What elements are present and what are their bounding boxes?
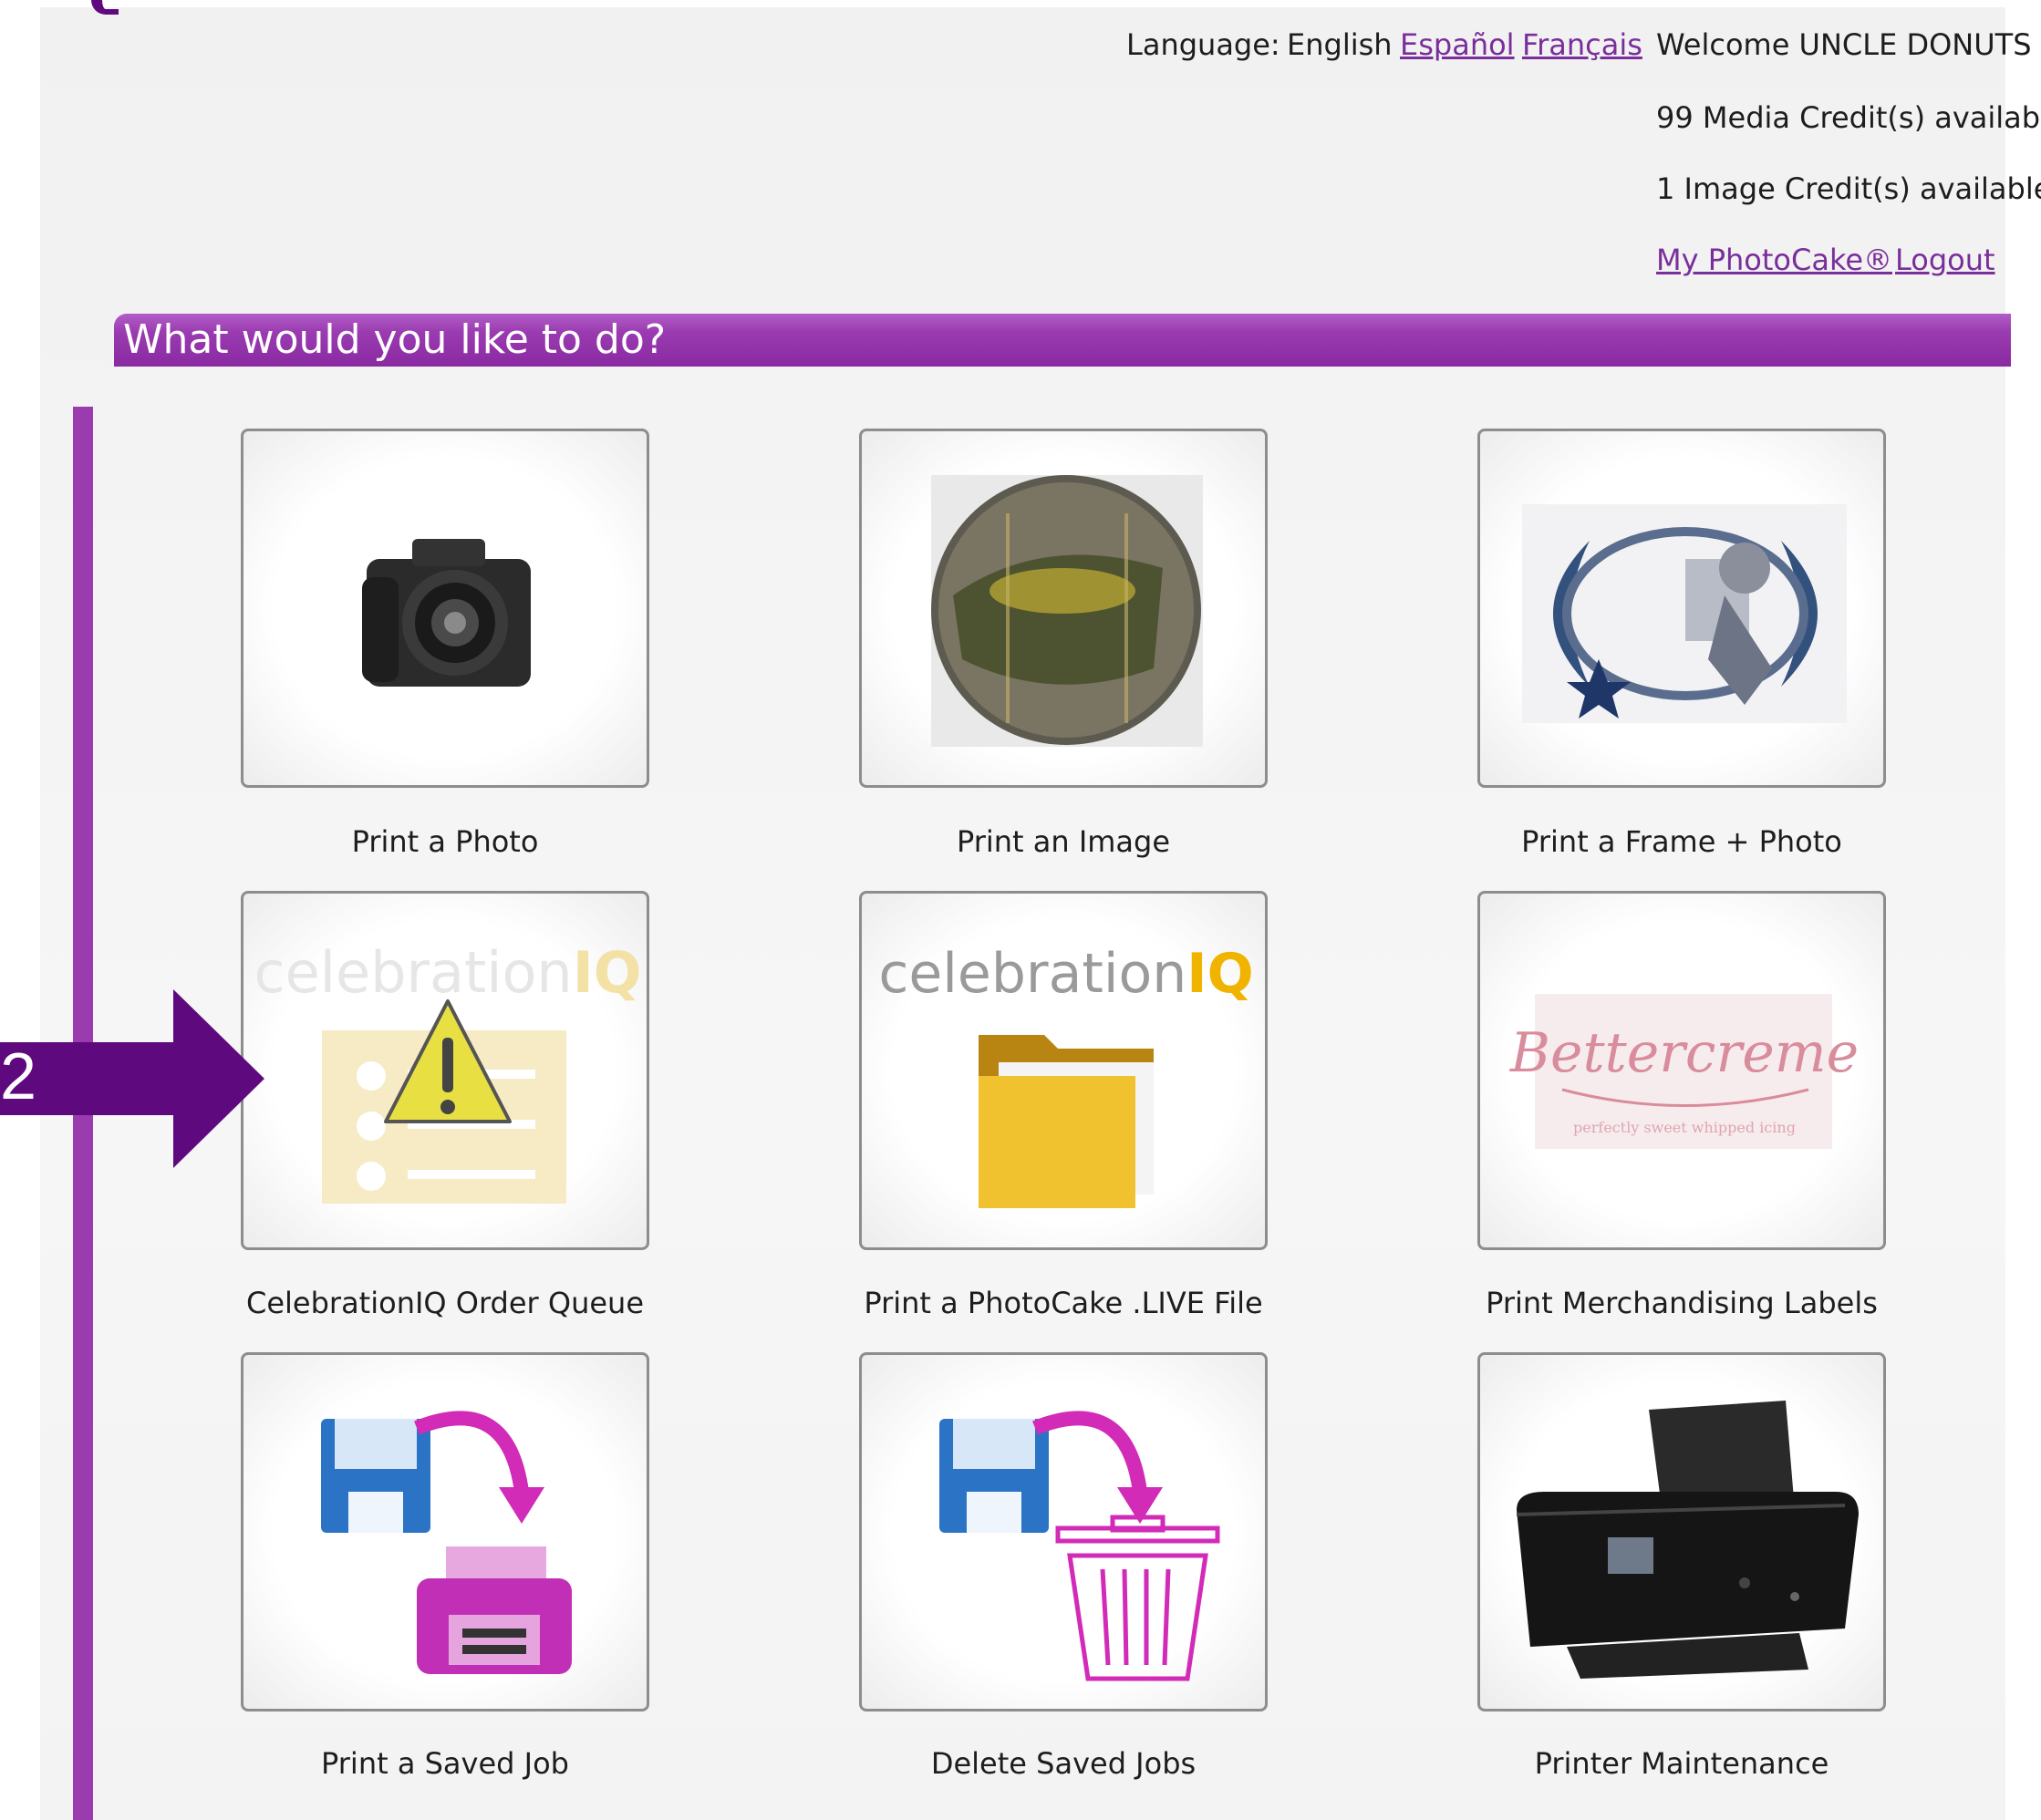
bettercreme-wordmark: Bettercreme (1509, 1021, 1859, 1085)
tile-label: Print a Frame + Photo (1521, 824, 1842, 859)
tile-print-a-photo[interactable] (241, 429, 649, 788)
tile-print-a-saved-job[interactable] (241, 1352, 649, 1711)
tile-celebrationiq-order-queue[interactable]: celebrationIQ (241, 891, 649, 1250)
tile-print-a-frame-photo[interactable] (1477, 429, 1886, 788)
printer-icon (1516, 1401, 1859, 1679)
language-english: English (1287, 27, 1393, 62)
tile-printer-maintenance[interactable] (1477, 1352, 1886, 1711)
save-to-printer-icon (321, 1411, 572, 1674)
callout-number: 2 (0, 1040, 37, 1113)
callout-arrow (0, 989, 264, 1168)
bettercreme-tagline: perfectly sweet whipped icing (1573, 1119, 1796, 1136)
camera-icon (362, 539, 531, 687)
tile-label: Print a PhotoCake .LIVE File (864, 1286, 1263, 1320)
tile-delete-saved-jobs[interactable] (859, 1352, 1268, 1711)
language-label: Language: (1126, 27, 1280, 62)
circular-image-icon (931, 475, 1203, 747)
bettercreme-logo: Bettercreme perfectly sweet whipped icin… (1509, 994, 1859, 1149)
save-to-trash-icon (939, 1411, 1220, 1681)
tile-label: Print a Saved Job (321, 1746, 569, 1781)
media-credits-text: 99 Media Credit(s) available (1656, 100, 2041, 135)
logout-link[interactable]: Logout (1895, 243, 1995, 277)
tile-print-merchandising-labels[interactable]: Bettercreme perfectly sweet whipped icin… (1477, 891, 1886, 1250)
svg-text:celebrationIQ: celebrationIQ (254, 939, 642, 1006)
section-header: What would you like to do? (114, 314, 2011, 367)
frame-photo-icon (1522, 504, 1847, 723)
image-credits-text: 1 Image Credit(s) available (1656, 171, 2041, 206)
welcome-text: Welcome UNCLE DONUTS (1656, 27, 2032, 62)
tile-print-photocake-live-file[interactable]: celebrationIQ (859, 891, 1268, 1250)
tile-print-an-image[interactable] (859, 429, 1268, 788)
folder-icon: celebrationIQ (878, 942, 1254, 1208)
my-photocake-link[interactable]: My PhotoCake® (1656, 243, 1892, 277)
tile-label: Delete Saved Jobs (930, 1746, 1197, 1781)
language-spanish-link[interactable]: Español (1400, 27, 1515, 62)
language-french-link[interactable]: Français (1522, 27, 1642, 62)
svg-text:celebrationIQ: celebrationIQ (878, 942, 1253, 1006)
tile-label: Printer Maintenance (1534, 1746, 1829, 1781)
tile-label: Print a Photo (351, 824, 539, 859)
tile-label: Print Merchandising Labels (1486, 1286, 1878, 1320)
tile-label: Print an Image (956, 824, 1171, 859)
tile-label: CelebrationIQ Order Queue (245, 1286, 644, 1320)
warning-icon: celebrationIQ (254, 939, 642, 1204)
